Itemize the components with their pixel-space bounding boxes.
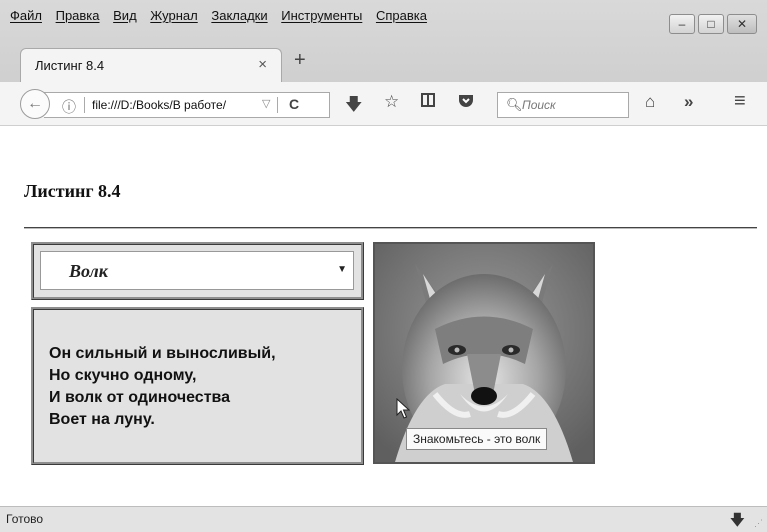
reload-icon[interactable]: C — [289, 96, 299, 112]
animal-select[interactable]: Волк ▼ — [40, 251, 354, 290]
menu-tools[interactable]: Инструменты — [281, 8, 362, 23]
poem-frame: Он сильный и выносливый, Но скучно одном… — [31, 307, 364, 465]
page-heading: Листинг 8.4 — [24, 181, 121, 201]
url-dropdown-icon[interactable]: ▽ — [262, 97, 270, 110]
resize-grip-icon[interactable]: ⋰ — [754, 518, 763, 529]
image-tooltip: Знакомьтесь - это волк — [406, 428, 548, 450]
status-bar: Готово 🡇 ⋰ — [0, 506, 767, 532]
url-text[interactable]: file:///D:/Books/В работе/ — [92, 98, 226, 112]
dropdown-arrow-icon[interactable]: ▼ — [337, 264, 347, 275]
menu-help[interactable]: Справка — [376, 8, 427, 23]
new-tab-button[interactable]: + — [294, 49, 306, 72]
select-frame: Волк ▼ — [31, 242, 364, 300]
download-icon[interactable]: 🡇 — [345, 92, 362, 121]
navigation-toolbar: ⓘ file:///D:/Books/В работе/ ▽ C ← 🡇 ☆ 🔍… — [0, 82, 767, 126]
tab-title: Листинг 8.4 — [35, 58, 105, 73]
menu-view[interactable]: Вид — [113, 8, 137, 23]
horizontal-rule — [24, 227, 757, 229]
poem-line: И волк от одиночества — [49, 389, 231, 406]
poem-text: Он сильный и выносливый, Но скучно одном… — [49, 343, 276, 431]
search-placeholder: Поиск — [522, 98, 556, 112]
download-status-icon[interactable]: 🡇 — [730, 510, 745, 532]
search-icon: 🔍︎ — [506, 97, 523, 112]
menu-edit[interactable]: Правка — [56, 8, 100, 23]
select-value: Волк — [69, 261, 108, 281]
menu-history[interactable]: Журнал — [150, 8, 197, 23]
page-content: Листинг 8.4 Волк ▼ Он сильный и вынослив… — [0, 126, 767, 506]
title-bar: Файл Правка Вид Журнал Закладки Инструме… — [0, 0, 767, 84]
status-text: Готово — [6, 512, 44, 526]
minimize-button[interactable]: – — [669, 14, 695, 34]
bookmark-star-icon[interactable]: ☆ — [384, 92, 399, 112]
search-bar[interactable]: 🔍︎ Поиск — [497, 92, 629, 118]
menu-bar: Файл Правка Вид Журнал Закладки Инструме… — [10, 8, 437, 23]
address-bar[interactable]: ⓘ file:///D:/Books/В работе/ ▽ C — [44, 92, 330, 118]
browser-window: Файл Правка Вид Журнал Закладки Инструме… — [0, 0, 767, 532]
menu-file[interactable]: Файл — [10, 8, 42, 23]
home-icon[interactable]: ⌂ — [645, 92, 655, 112]
poem-line: Он сильный и выносливый, — [49, 345, 276, 362]
overflow-chevron-icon[interactable]: » — [684, 92, 693, 112]
menu-bookmarks[interactable]: Закладки — [211, 8, 267, 23]
mouse-cursor-icon — [396, 398, 410, 419]
info-icon[interactable]: ⓘ — [62, 97, 76, 117]
window-controls: – □ ✕ — [669, 14, 757, 34]
tab-close-icon[interactable]: × — [258, 56, 267, 73]
back-button[interactable]: ← — [20, 89, 50, 119]
back-arrow-icon: ← — [27, 95, 43, 112]
library-icon[interactable] — [420, 92, 436, 113]
menu-hamburger-icon[interactable]: ≡ — [734, 90, 746, 113]
url-separator — [84, 97, 85, 113]
url-separator — [277, 97, 278, 113]
close-window-button[interactable]: ✕ — [727, 14, 757, 34]
poem-line: Воет на луну. — [49, 411, 155, 428]
poem-line: Но скучно одному, — [49, 367, 197, 384]
tab-listing[interactable]: Листинг 8.4 × — [20, 48, 282, 82]
maximize-button[interactable]: □ — [698, 14, 724, 34]
pocket-icon[interactable] — [458, 92, 474, 113]
